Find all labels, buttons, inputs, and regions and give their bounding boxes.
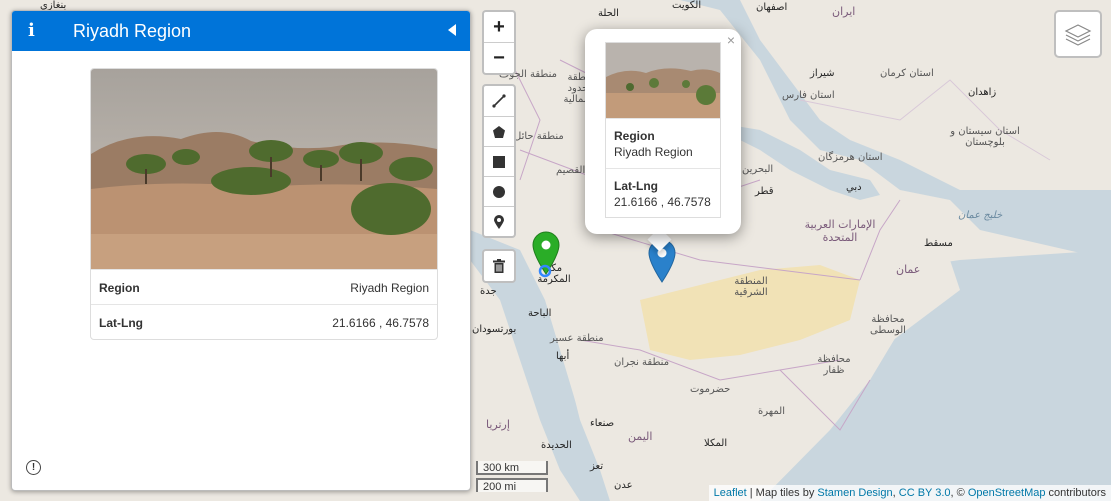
popup-latlng-value: 21.6166 , 46.7578 (614, 195, 711, 209)
label-qassim: القصيم (556, 165, 586, 176)
circle-marker-icon[interactable] (538, 264, 552, 278)
scale-mi: 200 mi (476, 478, 548, 493)
exclamation-circle-icon[interactable]: ! (26, 460, 41, 475)
label-baha: الباحة (528, 308, 552, 319)
marker-icon[interactable] (484, 206, 514, 237)
circle-icon[interactable] (484, 176, 514, 207)
popup-latlng-row: Lat-Lng 21.6166 , 46.7578 (606, 168, 720, 217)
ccby-link[interactable]: CC BY 3.0 (899, 487, 951, 499)
rectangle-icon[interactable] (484, 146, 514, 177)
zoom-out-button[interactable]: − (484, 42, 514, 73)
label-hormozgan: استان هرمزگان (818, 152, 883, 163)
label-hadramaut: حضرموت (690, 384, 731, 395)
label-wusta: محافظة الوسطى (870, 314, 906, 336)
label-hilla: الحلة (598, 8, 619, 19)
polygon-icon[interactable] (484, 116, 514, 147)
attribution-sep1: | Map tiles by (746, 487, 818, 499)
label-sistan: استان سیستان و بلوچستان (950, 126, 1020, 148)
label-fars: استان فارس (782, 90, 835, 101)
sidebar-title: Riyadh Region (73, 21, 192, 41)
trash-icon[interactable] (484, 251, 514, 281)
region-photo (91, 69, 437, 269)
latlng-label: Lat-Lng (99, 316, 143, 330)
sidebar: i Riyadh Region Region Riyadh Region Lat… (11, 10, 471, 491)
delete-toolbar (482, 249, 516, 283)
popup-region-row: Region Riyadh Region (606, 118, 720, 169)
label-eritrea: إرتريا (486, 418, 510, 431)
label-sanaa: صنعاء (590, 418, 615, 429)
layers-icon[interactable] (1054, 10, 1102, 58)
label-aden: عدن (614, 480, 633, 491)
popup-photo (606, 43, 720, 118)
label-mukalla: المكلا (704, 438, 728, 449)
label-yemen: اليمن (628, 430, 653, 443)
close-icon[interactable]: × (727, 32, 735, 48)
label-najran: منطقة نجران (614, 357, 670, 368)
latlng-row: Lat-Lng 21.6166 , 46.7578 (91, 304, 437, 339)
label-kuwait: الكويت (672, 0, 702, 11)
label-uae: الإمارات العربية المتحدة (804, 218, 876, 244)
marker-popup: × Region Riyadh Region Lat-Lng 21.6166 ,… (585, 29, 741, 234)
zoom-control: + − (482, 10, 516, 75)
attribution-sep2: , © (950, 487, 968, 499)
draw-toolbar (482, 84, 516, 238)
scale-km: 300 km (476, 461, 548, 475)
label-hail: منطقة حائل (514, 131, 564, 142)
label-taiz: تعز (590, 461, 604, 472)
polyline-icon[interactable] (484, 86, 514, 116)
label-gulf-oman: خليج عمان (958, 210, 1003, 221)
latlng-value: 21.6166 , 46.7578 (332, 316, 429, 330)
popup-latlng-label: Lat-Lng (614, 179, 658, 193)
label-hudaydah: الحديدة (541, 440, 572, 451)
caret-left-icon[interactable] (448, 24, 456, 36)
label-bahrain: البحرين (742, 164, 774, 175)
region-label: Region (99, 281, 140, 295)
info-icon[interactable]: i (28, 20, 42, 41)
sidebar-card: Region Riyadh Region Lat-Lng 21.6166 , 4… (90, 68, 438, 340)
label-qatar: قطر (755, 186, 774, 197)
label-abha: أبها (556, 351, 570, 362)
label-asir: منطقة عسير (550, 333, 604, 344)
popup-region-value: Riyadh Region (614, 145, 693, 159)
label-mahra: المهرة (758, 406, 785, 417)
popup-region-label: Region (614, 129, 655, 143)
sidebar-header: i Riyadh Region (12, 11, 470, 51)
zoom-in-button[interactable]: + (484, 12, 514, 42)
popup-card: Region Riyadh Region Lat-Lng 21.6166 , 4… (605, 42, 721, 218)
attribution: Leaflet | Map tiles by Stamen Design, CC… (708, 485, 1111, 501)
label-shiraz: شیراز (810, 68, 835, 79)
label-dubai: دبي (846, 182, 862, 193)
label-oman: عمان (896, 263, 921, 276)
label-eastern-province: المنطقة الشرقية (734, 276, 768, 298)
region-row: Region Riyadh Region (91, 269, 437, 304)
label-muscat: مسقط (924, 238, 953, 249)
label-isfahan: اصفهان (756, 2, 788, 13)
label-iran: ایران (832, 5, 856, 18)
label-port-sudan: بورتسودان (472, 324, 517, 335)
label-zahedan: زاهدان (968, 87, 997, 98)
label-jeddah: جدة (480, 286, 497, 297)
label-kerman: استان کرمان (880, 68, 934, 79)
osm-link[interactable]: OpenStreetMap (968, 487, 1046, 499)
attribution-contributors: contributors (1045, 487, 1106, 499)
stamen-link[interactable]: Stamen Design (817, 487, 892, 499)
label-dhofar: محافظة ظفار (817, 354, 851, 376)
region-value: Riyadh Region (350, 281, 429, 295)
leaflet-link[interactable]: Leaflet (714, 487, 747, 499)
